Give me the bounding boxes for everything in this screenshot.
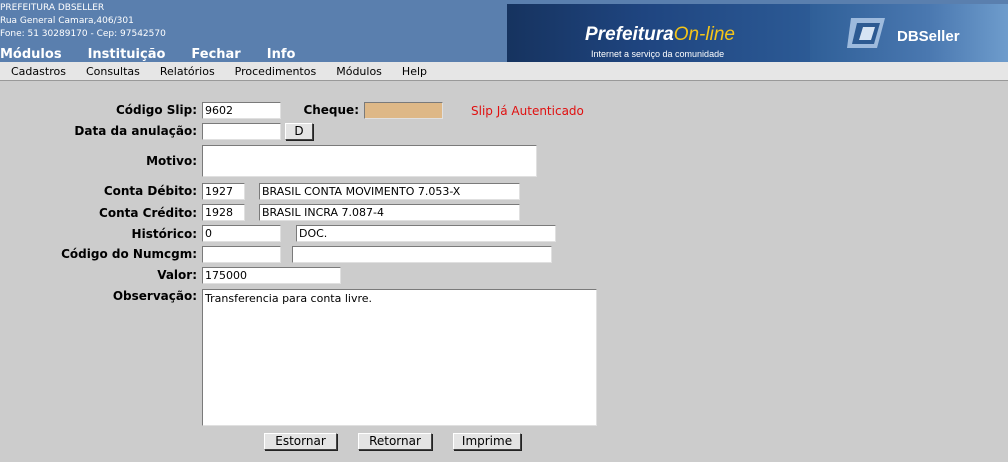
org-address: Rua General Camara,406/301 bbox=[0, 16, 134, 26]
observacao-textarea[interactable]: Transferencia para conta livre. bbox=[202, 289, 597, 426]
data-anulacao-input[interactable] bbox=[202, 123, 281, 140]
numcgm-name-input[interactable] bbox=[292, 246, 552, 263]
codigo-numcgm-label: Código do Numcgm: bbox=[61, 247, 197, 261]
codigo-numcgm-input[interactable] bbox=[202, 246, 281, 263]
menu-help[interactable]: Help bbox=[402, 65, 427, 78]
org-info: PREFEITURA DBSELLER Rua General Camara,4… bbox=[0, 2, 166, 41]
codigo-slip-label: Código Slip: bbox=[115, 103, 197, 117]
nav-instituicao[interactable]: Instituição bbox=[88, 47, 166, 62]
dbseller-logo-icon bbox=[847, 18, 885, 48]
conta-debito-code-input[interactable]: 1927 bbox=[202, 183, 245, 200]
banner: PrefeituraOn-line Internet a serviço da … bbox=[507, 4, 1008, 62]
nav-modulos[interactable]: Módulos bbox=[0, 47, 62, 62]
menu-consultas[interactable]: Consultas bbox=[86, 65, 140, 78]
org-phone: Fone: 51 30289170 - Cep: 97542570 bbox=[0, 29, 166, 39]
observacao-label: Observação: bbox=[112, 289, 197, 303]
estornar-button[interactable]: Estornar bbox=[264, 433, 337, 450]
conta-credito-label: Conta Crédito: bbox=[99, 206, 197, 220]
top-nav: Módulos Instituição Fechar Info bbox=[0, 47, 321, 62]
valor-input[interactable]: 175000 bbox=[202, 267, 341, 284]
conta-credito-description-input[interactable]: BRASIL INCRA 7.087-4 bbox=[259, 204, 520, 221]
menu-cadastros[interactable]: Cadastros bbox=[11, 65, 66, 78]
banner-title-main: Prefeitura bbox=[585, 24, 674, 45]
app-header: PREFEITURA DBSELLER Rua General Camara,4… bbox=[0, 0, 1008, 62]
banner-title-accent: On-line bbox=[673, 24, 735, 45]
imprime-button[interactable]: Imprime bbox=[453, 433, 521, 450]
codigo-slip-input[interactable]: 9602 bbox=[202, 102, 281, 119]
menubar: Cadastros Consultas Relatórios Procedime… bbox=[0, 62, 1008, 81]
banner-title: PrefeituraOn-line bbox=[585, 24, 735, 46]
brand-name: DBSeller bbox=[897, 28, 960, 45]
motivo-label: Motivo: bbox=[146, 154, 197, 168]
conta-debito-label: Conta Débito: bbox=[103, 184, 197, 198]
nav-info[interactable]: Info bbox=[267, 47, 296, 62]
menu-relatorios[interactable]: Relatórios bbox=[160, 65, 215, 78]
conta-credito-code-input[interactable]: 1928 bbox=[202, 204, 245, 221]
cheque-label: Cheque: bbox=[303, 103, 359, 117]
data-anulacao-label: Data da anulação: bbox=[74, 124, 197, 138]
historico-code-input[interactable]: 0 bbox=[202, 225, 281, 242]
org-name: PREFEITURA DBSELLER bbox=[0, 3, 105, 13]
historico-description-input[interactable]: DOC. bbox=[296, 225, 556, 242]
nav-fechar[interactable]: Fechar bbox=[191, 47, 240, 62]
valor-label: Valor: bbox=[157, 268, 197, 282]
motivo-textarea[interactable] bbox=[202, 145, 537, 177]
menu-procedimentos[interactable]: Procedimentos bbox=[235, 65, 317, 78]
banner-subtitle: Internet a serviço da comunidade bbox=[591, 49, 725, 59]
cheque-input[interactable] bbox=[364, 102, 443, 119]
historico-label: Histórico: bbox=[131, 227, 197, 241]
date-picker-button[interactable]: D bbox=[285, 123, 313, 140]
conta-debito-description-input[interactable]: BRASIL CONTA MOVIMENTO 7.053-X bbox=[259, 183, 520, 200]
retornar-button[interactable]: Retornar bbox=[358, 433, 432, 450]
status-message: Slip Já Autenticado bbox=[471, 104, 584, 118]
menu-modulos[interactable]: Módulos bbox=[336, 65, 382, 78]
banner-left: PrefeituraOn-line Internet a serviço da … bbox=[507, 4, 810, 62]
